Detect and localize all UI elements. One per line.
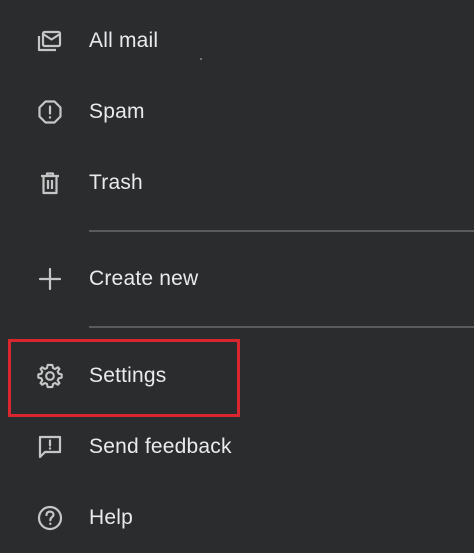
menu-item-help[interactable]: Help bbox=[0, 490, 474, 546]
trash-icon bbox=[36, 169, 64, 197]
menu-item-label: Help bbox=[89, 506, 133, 529]
feedback-icon bbox=[36, 433, 64, 461]
help-icon bbox=[36, 504, 64, 532]
menu-item-label: All mail bbox=[89, 29, 159, 52]
menu-item-spam[interactable]: Spam bbox=[0, 84, 474, 140]
gear-icon bbox=[36, 362, 64, 390]
plus-icon bbox=[36, 265, 64, 293]
menu-item-trash[interactable]: Trash bbox=[0, 155, 474, 211]
spam-icon bbox=[36, 98, 64, 126]
navigation-drawer: All mail Spam Trash Create new Settings … bbox=[0, 0, 474, 553]
menu-item-send-feedback[interactable]: Send feedback bbox=[0, 419, 474, 475]
all-mail-icon bbox=[36, 27, 64, 55]
menu-item-all-mail[interactable]: All mail bbox=[0, 13, 474, 69]
menu-item-label: Create new bbox=[89, 267, 199, 290]
menu-item-settings[interactable]: Settings bbox=[0, 348, 474, 404]
menu-item-label: Send feedback bbox=[89, 435, 232, 458]
menu-item-label: Spam bbox=[89, 100, 145, 123]
menu-item-label: Settings bbox=[89, 364, 167, 387]
divider bbox=[89, 230, 474, 232]
menu-item-label: Trash bbox=[89, 171, 143, 194]
divider bbox=[89, 326, 474, 328]
menu-item-create-new[interactable]: Create new bbox=[0, 251, 474, 307]
